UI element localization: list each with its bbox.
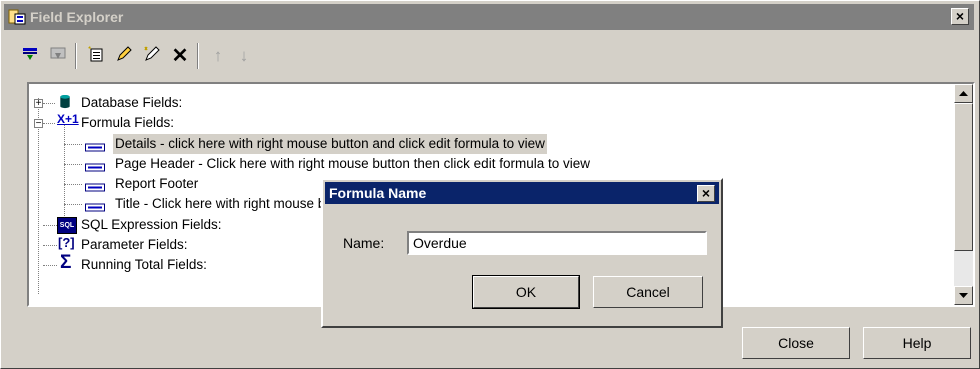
- expand-toggle[interactable]: +: [34, 99, 43, 109]
- tree-item-running-total-fields[interactable]: Running Total Fields:: [79, 255, 209, 275]
- tree-item-formula-fields[interactable]: Formula Fields:: [79, 113, 176, 133]
- tree-connector: [64, 144, 82, 145]
- edit-icon[interactable]: [113, 45, 135, 67]
- formula-field-icon: [85, 143, 105, 152]
- delete-icon[interactable]: ✕: [169, 45, 191, 67]
- close-icon: ×: [701, 185, 711, 201]
- tree-item-label: Report Footer: [115, 176, 199, 191]
- arrow-up-icon: [959, 91, 968, 96]
- database-icon: [60, 94, 70, 109]
- cancel-button[interactable]: Cancel: [593, 276, 703, 308]
- scroll-thumb[interactable]: [954, 103, 973, 251]
- rename-icon[interactable]: [141, 45, 163, 67]
- toolbar: ✕ ↑ ↓: [11, 39, 411, 71]
- close-icon: ×: [955, 8, 965, 24]
- running-total-icon: Σ: [60, 252, 72, 273]
- close-button-label: Close: [778, 335, 814, 351]
- ok-button-label: OK: [515, 284, 537, 300]
- field-explorer-app-icon: [8, 9, 26, 25]
- toolbar-separator: [197, 43, 199, 69]
- tree-connector: [64, 124, 65, 220]
- scroll-down-button[interactable]: [954, 286, 973, 305]
- dialog-title-bar: Formula Name ×: [325, 182, 719, 204]
- vertical-scrollbar[interactable]: [954, 84, 973, 305]
- tree-item-report-footer[interactable]: Report Footer: [113, 174, 200, 194]
- tree-item-page-header[interactable]: Page Header - Click here with right mous…: [113, 154, 592, 174]
- help-button[interactable]: Help: [863, 327, 971, 359]
- tree-connector: [43, 123, 55, 124]
- tree-item-label: Details - click here with right mouse bu…: [115, 136, 545, 151]
- formula-name-dialog: Formula Name × Name: Overdue OK Cancel: [321, 178, 723, 328]
- dialog-title: Formula Name: [329, 185, 427, 201]
- name-label: Name:: [343, 235, 385, 251]
- tree-item-label: SQL Expression Fields:: [81, 217, 222, 232]
- tree-item-parameter-fields[interactable]: Parameter Fields:: [79, 235, 190, 255]
- insert-field-icon[interactable]: [19, 45, 41, 67]
- tree-item-label: Running Total Fields:: [81, 257, 207, 272]
- cancel-button-label: Cancel: [626, 284, 670, 300]
- tree-connector: [64, 164, 82, 165]
- arrow-down-icon: [959, 293, 968, 298]
- close-window-button[interactable]: ×: [951, 8, 969, 25]
- toolbar-separator: [75, 43, 77, 69]
- tree-item-label: Parameter Fields:: [81, 237, 188, 252]
- window-title: Field Explorer: [30, 9, 124, 25]
- tree-connector: [43, 225, 57, 226]
- browse-field-icon[interactable]: [47, 45, 69, 67]
- move-up-icon[interactable]: ↑: [207, 45, 229, 67]
- sql-expression-icon: SQL: [57, 217, 77, 234]
- dialog-close-button[interactable]: ×: [697, 185, 715, 202]
- close-button[interactable]: Close: [742, 327, 850, 359]
- scroll-up-button[interactable]: [954, 84, 973, 103]
- tree-item-sql-expression-fields[interactable]: SQL Expression Fields:: [79, 215, 224, 235]
- tree-connector: [64, 204, 82, 205]
- formula-fields-icon: X+1: [57, 112, 79, 126]
- tree-item-details[interactable]: Details - click here with right mouse bu…: [113, 134, 547, 154]
- tree-connector: [43, 265, 57, 266]
- tree-connector: [64, 184, 82, 185]
- title-bar: Field Explorer ×: [4, 4, 974, 30]
- parameter-icon: [?]: [58, 235, 75, 250]
- tree-item-label: Formula Fields:: [81, 115, 175, 130]
- tree-item-label: Page Header - Click here with right mous…: [115, 156, 590, 171]
- tree-item-label: Database Fields:: [81, 95, 183, 110]
- move-down-icon[interactable]: ↓: [233, 45, 255, 67]
- tree-connector: [43, 245, 57, 246]
- new-formula-icon[interactable]: [85, 45, 107, 67]
- formula-field-icon: [85, 163, 105, 172]
- tree-item-database-fields[interactable]: Database Fields:: [79, 93, 184, 113]
- tree-connector: [43, 103, 55, 104]
- ok-button[interactable]: OK: [472, 275, 580, 309]
- formula-name-input[interactable]: Overdue: [407, 231, 707, 255]
- formula-field-icon: [85, 203, 105, 212]
- formula-field-icon: [85, 183, 105, 192]
- help-button-label: Help: [902, 335, 932, 351]
- collapse-toggle[interactable]: −: [34, 119, 43, 129]
